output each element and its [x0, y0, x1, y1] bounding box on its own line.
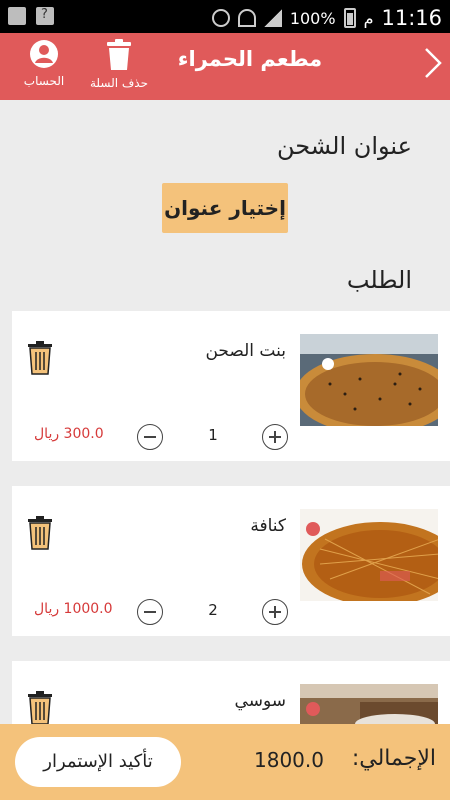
account-button[interactable]: الحساب	[14, 39, 74, 88]
item-name: سوسي	[234, 691, 286, 711]
trash-icon[interactable]	[27, 691, 53, 725]
app-bar: الحساب حذف السلة مطعم الحمراء	[0, 33, 450, 100]
alarm-icon	[211, 9, 230, 27]
trash-icon	[107, 39, 131, 70]
account-icon	[30, 40, 58, 68]
item-name: بنت الصحن	[205, 341, 286, 361]
total-label: الإجمالي:	[351, 746, 436, 771]
decrease-quantity-button[interactable]	[137, 599, 163, 625]
trash-icon[interactable]	[27, 341, 53, 375]
choose-address-button[interactable]: إختيار عنوان	[162, 183, 288, 233]
unknown-file-notification-icon	[36, 7, 54, 25]
shipping-address-heading: عنوان الشحن	[276, 132, 412, 160]
item-name: كنافة	[250, 516, 286, 536]
gallery-notification-icon	[8, 7, 26, 25]
battery-percent: 100%	[289, 8, 336, 28]
increase-quantity-button[interactable]	[262, 424, 288, 450]
ampm-indicator: م	[363, 8, 374, 28]
delete-cart-button[interactable]: حذف السلة	[86, 39, 152, 90]
clock: 11:16	[381, 6, 442, 30]
chevron-right-icon[interactable]	[422, 47, 444, 79]
system-status: 100% م 11:16	[211, 6, 442, 30]
order-heading: الطلب	[346, 266, 412, 294]
signal-icon	[263, 9, 282, 27]
trash-icon[interactable]	[27, 516, 53, 550]
item-quantity: 2	[208, 601, 218, 619]
cart-item: سوسي	[12, 661, 450, 731]
status-bar: 100% م 11:16	[0, 0, 450, 33]
cart-item: بنت الصحن 300.0 ريال 1	[12, 311, 450, 461]
item-price: 1000.0 ريال	[34, 601, 113, 617]
increase-quantity-button[interactable]	[262, 599, 288, 625]
account-label: الحساب	[23, 74, 65, 88]
cart-item: كنافة 1000.0 ريال 2	[12, 486, 450, 636]
restaurant-title: مطعم الحمراء	[177, 47, 323, 71]
item-quantity: 1	[208, 426, 218, 444]
battery-icon	[343, 8, 356, 28]
checkout-bar: تأكيد الإستمرار 1800.0 الإجمالي:	[0, 724, 450, 800]
item-price: 300.0 ريال	[34, 426, 104, 442]
item-image	[300, 509, 438, 601]
delete-cart-label: حذف السلة	[89, 76, 149, 90]
wifi-icon	[237, 9, 256, 27]
decrease-quantity-button[interactable]	[137, 424, 163, 450]
confirm-continue-button[interactable]: تأكيد الإستمرار	[15, 737, 181, 787]
notification-icons	[8, 7, 54, 25]
item-image	[300, 334, 438, 426]
total-value: 1800.0	[254, 748, 324, 772]
